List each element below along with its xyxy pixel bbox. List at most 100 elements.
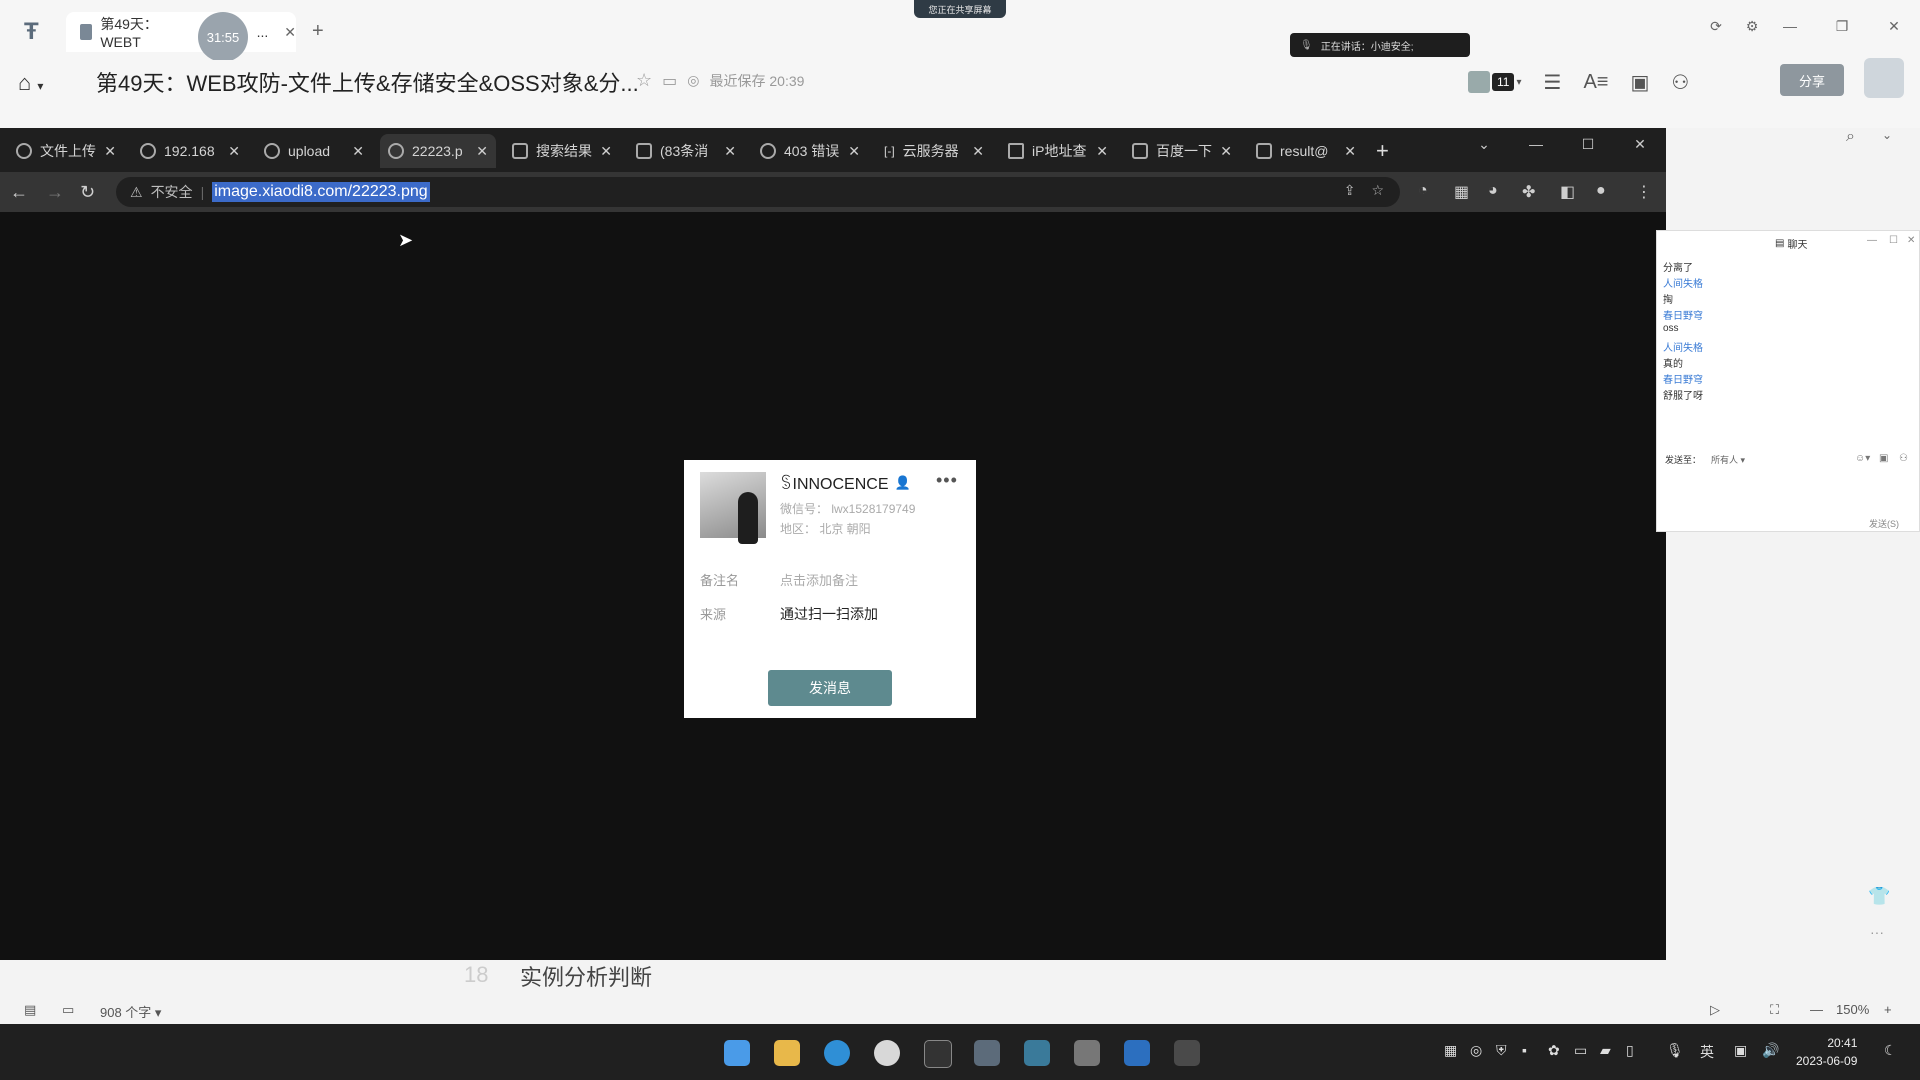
network-tool-icon[interactable] — [1074, 1040, 1100, 1066]
tray-app-icon[interactable]: ▪ — [1522, 1042, 1527, 1058]
present-icon[interactable]: ▣ — [1630, 70, 1649, 95]
zoom-level[interactable]: 150% — [1836, 1002, 1869, 1017]
close-icon[interactable]: ✕ — [104, 143, 116, 160]
outline-icon[interactable]: ▤ — [24, 1002, 36, 1018]
volume-icon[interactable]: 🔊 — [1762, 1042, 1779, 1059]
image-icon[interactable]: ▣ — [1879, 453, 1888, 464]
minimize-icon[interactable]: — — [1522, 136, 1550, 152]
close-icon[interactable]: ✕ — [724, 143, 736, 160]
tray-app-icon[interactable]: ✿ — [1548, 1042, 1560, 1059]
restore-icon[interactable]: ❐ — [1830, 14, 1854, 38]
page-layout-icon[interactable]: ▭ — [62, 1002, 74, 1018]
tray-app-icon[interactable]: ▰ — [1600, 1042, 1611, 1059]
minimize-icon[interactable]: — — [1867, 235, 1877, 246]
zoom-out-icon[interactable]: — — [1810, 1002, 1823, 1017]
browser-tab[interactable]: 百度一下 ✕ — [1124, 134, 1240, 168]
close-icon[interactable]: ✕ — [1096, 143, 1108, 160]
phpstorm-icon[interactable] — [924, 1040, 952, 1068]
close-icon[interactable]: ✕ — [848, 143, 860, 160]
folder-icon[interactable]: ▭ — [662, 71, 677, 91]
share-button[interactable]: 分享 — [1780, 64, 1844, 96]
play-icon[interactable]: ▷ — [1710, 1002, 1720, 1018]
emoji-icon[interactable]: ☺▾ — [1855, 453, 1870, 464]
photos-icon[interactable] — [1024, 1040, 1050, 1066]
document-title[interactable]: 第49天：WEB攻防-文件上传&存储安全&OSS对象&分... — [96, 66, 639, 98]
shirt-icon[interactable]: 👕 — [1868, 886, 1890, 907]
close-icon[interactable]: ✕ — [600, 143, 612, 160]
side-panel-icon[interactable]: ◧ — [1560, 182, 1575, 202]
outer-doc-tab[interactable]: 第49天：WEBT ... ✕ — [66, 12, 296, 52]
close-icon[interactable]: ✕ — [352, 143, 364, 160]
maximize-icon[interactable]: ☐ — [1889, 235, 1898, 246]
participants-avatars[interactable]: 11 ▾ — [1468, 71, 1522, 93]
system-clock[interactable]: 20:41 2023-06-09 — [1796, 1034, 1857, 1070]
more-icon[interactable]: ··· — [1870, 924, 1884, 940]
close-icon[interactable]: ✕ — [1907, 235, 1915, 246]
tray-app-icon[interactable]: ▦ — [1444, 1042, 1457, 1059]
send-button[interactable]: 发送(S) — [1869, 517, 1899, 530]
microphone-icon[interactable]: 🎙 — [1666, 1042, 1684, 1059]
menu-icon[interactable]: ☰ — [1544, 70, 1562, 95]
back-icon[interactable]: ← — [10, 182, 28, 203]
chevron-down-icon[interactable]: ⌄ — [1882, 128, 1892, 142]
zoom-in-icon[interactable]: + — [1884, 1002, 1892, 1017]
search-icon[interactable]: ⌕ — [1846, 128, 1855, 146]
browser-tab[interactable]: 文件上传 ✕ — [8, 134, 124, 168]
screen-share-indicator[interactable]: 您正在共享屏幕 — [914, 0, 1006, 18]
home-icon[interactable]: ⌂ ▾ — [18, 70, 43, 96]
bookmark-star-icon[interactable]: ☆ — [1371, 182, 1384, 199]
person-icon[interactable]: ⚇ — [1899, 453, 1908, 464]
settings-icon[interactable]: ⚙ — [1740, 14, 1764, 38]
browser-tab[interactable]: 403 错误 ✕ — [752, 134, 868, 168]
close-icon[interactable]: ✕ — [1344, 143, 1356, 160]
app-logo-icon[interactable]: Ŧ — [24, 18, 54, 45]
battery-icon[interactable]: ▯ — [1626, 1042, 1634, 1059]
edge-icon[interactable] — [824, 1040, 850, 1066]
forward-icon[interactable]: → — [46, 182, 64, 203]
browser-tab[interactable]: 192.168 ✕ — [132, 134, 248, 168]
tray-app-icon[interactable]: ▭ — [1574, 1042, 1587, 1059]
close-icon[interactable]: ✕ — [1882, 14, 1906, 38]
notification-icon[interactable]: ☾ — [1884, 1042, 1897, 1059]
address-bar[interactable]: ⚠ 不安全 | image.xiaodi8.com/22223.png ⇪ ☆ — [116, 177, 1400, 207]
sublime-icon[interactable] — [1174, 1040, 1200, 1066]
kebab-menu-icon[interactable]: ⋮ — [1636, 182, 1652, 202]
reload-icon[interactable]: ↻ — [80, 182, 95, 203]
sync-icon[interactable]: ⟳ — [1704, 14, 1728, 38]
url-text[interactable]: image.xiaodi8.com/22223.png — [212, 182, 430, 202]
extension-icon[interactable]: ◕ — [1488, 182, 1498, 200]
fullscreen-icon[interactable]: ⛶ — [1770, 1002, 1779, 1018]
browser-tab[interactable]: [-] 云服务器 ✕ — [876, 134, 992, 168]
maximize-icon[interactable]: ☐ — [1574, 136, 1602, 153]
word-count[interactable]: 908 个字 ▾ — [100, 1002, 161, 1021]
browser-tab[interactable]: result@ ✕ — [1248, 134, 1364, 168]
user-avatar[interactable] — [1864, 58, 1904, 98]
collaborator-icon[interactable]: ⚇ — [1671, 70, 1689, 95]
browser-tab-active[interactable]: 22223.p ✕ — [380, 134, 496, 168]
document-heading[interactable]: 实例分析判断 — [520, 960, 652, 992]
translate-icon[interactable]: ▦ — [1454, 182, 1469, 202]
minimize-icon[interactable]: — — [1778, 14, 1802, 38]
browser-tab[interactable]: upload ✕ — [256, 134, 372, 168]
shield-icon[interactable]: ⛨ — [1496, 1042, 1507, 1059]
tray-app-icon[interactable]: ◎ — [1470, 1042, 1482, 1059]
close-icon[interactable]: ✕ — [228, 143, 240, 160]
extension-icon[interactable]: ◔ — [1418, 182, 1428, 200]
new-tab-icon[interactable]: + — [312, 20, 324, 43]
close-icon[interactable]: ✕ — [1220, 143, 1232, 160]
vscode-icon[interactable] — [1124, 1040, 1150, 1066]
browser-tab[interactable]: (83条消 ✕ — [628, 134, 744, 168]
profile-icon[interactable]: ● — [1596, 182, 1606, 200]
recipient-select[interactable]: 所有人 ▾ — [1711, 453, 1745, 466]
new-tab-icon[interactable]: + — [1376, 138, 1389, 164]
file-explorer-icon[interactable] — [774, 1040, 800, 1066]
network-icon[interactable]: ▣ — [1734, 1042, 1747, 1059]
puzzle-icon[interactable]: ✤ — [1522, 182, 1535, 202]
start-icon[interactable] — [724, 1040, 750, 1066]
doc-app-icon[interactable] — [974, 1040, 1000, 1066]
close-icon[interactable]: ✕ — [284, 24, 296, 41]
font-size-icon[interactable]: A≡ — [1583, 71, 1608, 94]
close-icon[interactable]: ✕ — [476, 143, 488, 160]
recording-timer[interactable]: 31:55 — [198, 12, 248, 62]
share-icon[interactable]: ⇪ — [1344, 182, 1356, 199]
